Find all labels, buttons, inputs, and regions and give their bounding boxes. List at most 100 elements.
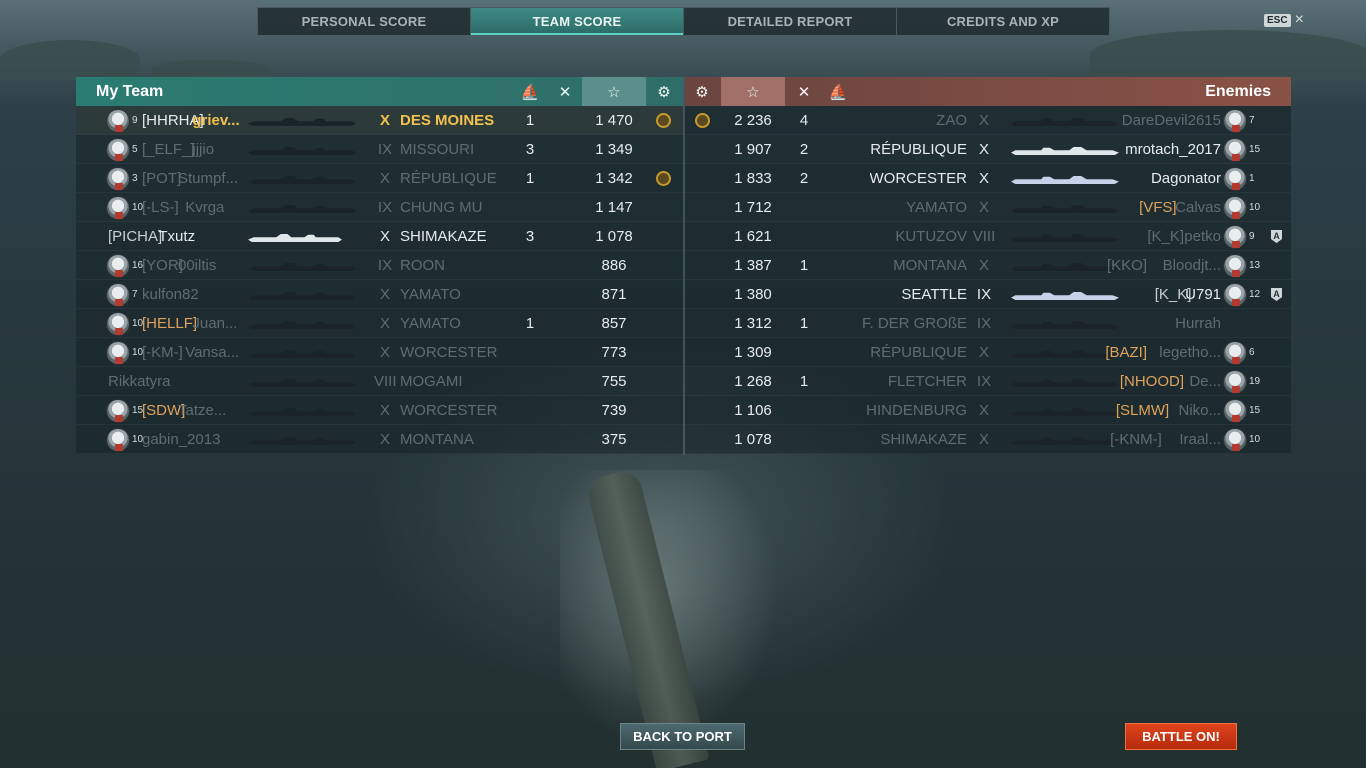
player-row[interactable]: 1 078 SHIMAKAZE X Iraal... [-KNM-] 10 bbox=[685, 425, 1291, 454]
player-clan: [-LS-] bbox=[142, 199, 179, 216]
achievement-medal-icon bbox=[695, 113, 710, 128]
esc-key: ESC bbox=[1264, 13, 1291, 27]
ship-name: YAMATO bbox=[400, 286, 461, 303]
ribbon-icon[interactable]: ⛵ bbox=[513, 77, 547, 106]
player-row[interactable]: 1 833 2 WORCESTER X Dagonator 1 bbox=[685, 164, 1291, 193]
star-icon[interactable]: ☆ bbox=[582, 77, 646, 106]
player-row[interactable]: 1 380 SEATTLE IX U791 [K_K] 12 A bbox=[685, 280, 1291, 309]
ribbon-count: 1 bbox=[525, 170, 535, 187]
ship-name: WORCESTER bbox=[400, 402, 498, 419]
ship-tier: X bbox=[379, 112, 390, 129]
player-name: kulfon82 bbox=[142, 286, 199, 303]
tab-team-score[interactable]: TEAM SCORE bbox=[471, 8, 684, 35]
player-row[interactable]: 1 387 1 MONTANA X Bloodjt... [KKO] 13 bbox=[685, 251, 1291, 280]
player-name: jjjio bbox=[192, 141, 215, 158]
team-score: 886 bbox=[601, 257, 627, 274]
enemies-title: Enemies bbox=[1205, 82, 1271, 100]
rank-badge-icon bbox=[1223, 196, 1247, 220]
player-row[interactable]: Rikkatyra VIII MOGAMI 755 bbox=[76, 367, 683, 396]
close-icon: × bbox=[1294, 11, 1304, 28]
ship-silhouette bbox=[248, 176, 356, 184]
kills-count bbox=[787, 425, 821, 454]
player-clan: [NHOOD] bbox=[1119, 373, 1184, 390]
player-row[interactable]: 16 [YOR] 00iltis IX ROON 886 bbox=[76, 251, 683, 280]
esc-close-button[interactable]: ESC × bbox=[1264, 11, 1304, 28]
achievement-medal-icon bbox=[656, 113, 671, 128]
player-row[interactable]: 2 236 4 ZAO X DareDevil2615 7 bbox=[685, 106, 1291, 135]
team-score: 375 bbox=[601, 431, 627, 448]
rank-badge-icon bbox=[106, 254, 130, 278]
ship-tier: X bbox=[978, 112, 989, 129]
player-name: Kvrga bbox=[185, 199, 225, 216]
achievement-icon[interactable]: ⚙ bbox=[685, 77, 719, 106]
rank-badge-icon bbox=[1223, 399, 1247, 423]
background-island bbox=[0, 40, 140, 80]
player-row[interactable]: 10 [-KM-] Vansa... X WORCESTER 773 bbox=[76, 338, 683, 367]
player-row[interactable]: 1 621 KUTUZOV VIII petko [K_K] 9 A bbox=[685, 222, 1291, 251]
ship-tier: X bbox=[379, 344, 390, 361]
ship-name: YAMATO bbox=[906, 199, 967, 216]
player-level: 5 bbox=[132, 144, 138, 155]
player-row[interactable]: 3 [POT] Stumpf... X RÉPUBLIQUE 1 1 342 bbox=[76, 164, 683, 193]
player-row[interactable]: 5 [_ELF_] jjjio IX MISSOURI 3 1 349 bbox=[76, 135, 683, 164]
player-row[interactable]: 1 106 HINDENBURG X Niko... [SLMW] 15 bbox=[685, 396, 1291, 425]
achievement-icon[interactable]: ⚙ bbox=[647, 77, 681, 106]
rank-badge-icon bbox=[1223, 370, 1247, 394]
player-level: 9 bbox=[1249, 231, 1255, 242]
star-icon[interactable]: ☆ bbox=[721, 77, 785, 106]
team-score: 1 268 bbox=[734, 373, 772, 390]
ship-name: FLETCHER bbox=[887, 373, 967, 390]
player-name: Dagonator bbox=[1150, 170, 1221, 187]
ship-name: CHUNG MU bbox=[400, 199, 483, 216]
player-level: 15 bbox=[1249, 405, 1261, 416]
ship-name: MISSOURI bbox=[400, 141, 475, 158]
kills-icon[interactable]: ✕ bbox=[787, 77, 821, 106]
ribbon-icon[interactable]: ⛵ bbox=[821, 77, 855, 106]
enemies-header: ⚙ ☆ ✕ ⛵ Enemies bbox=[685, 77, 1291, 106]
player-name: petko bbox=[1184, 228, 1221, 245]
ribbon-count bbox=[513, 338, 547, 367]
division-flag-icon: A bbox=[1271, 288, 1282, 301]
player-row[interactable]: 9 [HHRHA] griev... X DES MOINES 1 1 470 bbox=[76, 106, 683, 135]
ship-silhouette bbox=[248, 234, 342, 242]
team-score: 1 380 bbox=[734, 286, 772, 303]
player-level: 10 bbox=[1249, 434, 1261, 445]
player-name: Rikkatyra bbox=[108, 373, 171, 390]
rank-badge-icon bbox=[1223, 341, 1247, 365]
player-row[interactable]: 1 312 1 F. DER GROßE IX Hurrah bbox=[685, 309, 1291, 338]
battle-on-button[interactable]: BATTLE ON! bbox=[1125, 723, 1237, 750]
ship-name: RÉPUBLIQUE bbox=[400, 170, 497, 187]
tab-credits-and-xp[interactable]: CREDITS AND XP bbox=[897, 8, 1109, 35]
ship-silhouette bbox=[1011, 118, 1119, 126]
player-row[interactable]: 7 kulfon82 X YAMATO 871 bbox=[76, 280, 683, 309]
tab-detailed-report[interactable]: DETAILED REPORT bbox=[684, 8, 897, 35]
player-level: 10 bbox=[1249, 202, 1261, 213]
player-row[interactable]: 1 907 2 RÉPUBLIQUE Xmrotach_2017 15 bbox=[685, 135, 1291, 164]
player-row[interactable]: 1 268 1 FLETCHER IX De... [NHOOD] 19 bbox=[685, 367, 1291, 396]
player-row[interactable]: [PICHA] Txutz X SHIMAKAZE 3 1 078 bbox=[76, 222, 683, 251]
player-row[interactable]: 10 [HELLF] Juan... X YAMATO 1 857 bbox=[76, 309, 683, 338]
player-name: Stumpf... bbox=[178, 170, 239, 187]
player-row[interactable]: 10 gabin_2013 X MONTANA 375 bbox=[76, 425, 683, 454]
rank-badge-icon bbox=[106, 341, 130, 365]
rank-badge-icon bbox=[1223, 283, 1247, 307]
player-row[interactable]: 15 [SDW] Tatze... X WORCESTER 739 bbox=[76, 396, 683, 425]
ship-name: SHIMAKAZE bbox=[400, 228, 487, 245]
team-score: 1 387 bbox=[734, 257, 772, 274]
player-level: 1 bbox=[1249, 173, 1255, 184]
player-clan: [PICHA] bbox=[108, 228, 163, 245]
player-name: Vansa... bbox=[185, 344, 240, 361]
player-row[interactable]: 1 309 RÉPUBLIQUE Xlegetho... [BAZI] 6 bbox=[685, 338, 1291, 367]
rank-badge-icon bbox=[106, 138, 130, 162]
team-score: 1 078 bbox=[595, 228, 633, 245]
ribbon-count bbox=[513, 367, 547, 396]
player-row[interactable]: 1 712 YAMATO X Calvas [VFS] 10 bbox=[685, 193, 1291, 222]
tab-personal-score[interactable]: PERSONAL SCORE bbox=[258, 8, 471, 35]
team-score: 871 bbox=[601, 286, 627, 303]
back-to-port-button[interactable]: BACK TO PORT bbox=[620, 723, 745, 750]
kills-icon[interactable]: ✕ bbox=[548, 77, 582, 106]
rank-badge-icon bbox=[1223, 138, 1247, 162]
kills-count: 2 bbox=[799, 170, 809, 187]
player-row[interactable]: 10 [-LS-] Kvrga IX CHUNG MU 1 147 bbox=[76, 193, 683, 222]
rank-badge-icon bbox=[1223, 109, 1247, 133]
